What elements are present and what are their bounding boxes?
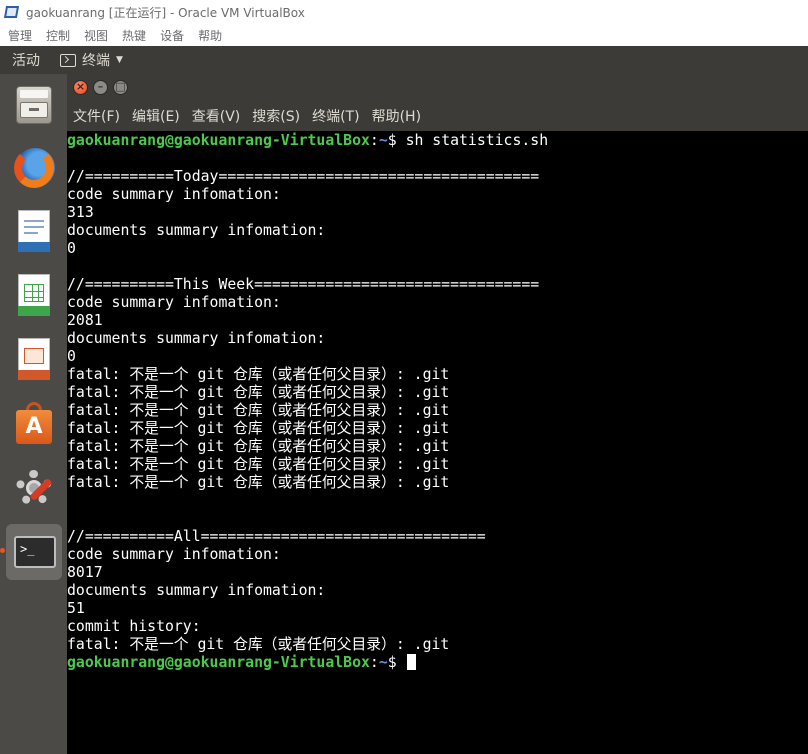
output-line: fatal: 不是一个 git 仓库（或者任何父目录）: .git	[67, 384, 450, 401]
launcher-dock: A >_	[0, 74, 67, 754]
prompt-path: ~	[378, 132, 388, 149]
file-cabinet-icon	[14, 82, 54, 126]
app-menu-terminal[interactable]: 终端 ▼	[60, 50, 123, 70]
activities-button[interactable]: 活动	[12, 50, 40, 70]
virtualbox-titlebar: gaokuanrang [正在运行] - Oracle VM VirtualBo…	[0, 0, 808, 24]
launcher-impress[interactable]	[6, 332, 62, 388]
menu-search[interactable]: 搜索(S)	[252, 106, 300, 126]
vbox-menu-view[interactable]: 视图	[84, 27, 108, 44]
launcher-calc[interactable]	[6, 268, 62, 324]
vbox-menu-devices[interactable]: 设备	[160, 27, 184, 44]
output-line: fatal: 不是一个 git 仓库（或者任何父目录）: .git	[67, 420, 450, 437]
prompt-user-host: gaokuanrang@gaokuanrang-VirtualBox	[67, 654, 370, 671]
prompt-line-current[interactable]: gaokuanrang@gaokuanrang-VirtualBox:~$	[67, 654, 808, 672]
close-icon: ×	[75, 80, 86, 93]
vbox-menu-control[interactable]: 控制	[46, 27, 70, 44]
launcher-writer[interactable]	[6, 204, 62, 260]
output-line: code summary infomation:	[67, 186, 281, 203]
menu-edit[interactable]: 编辑(E)	[132, 106, 180, 126]
output-line: 0	[67, 348, 76, 365]
vbox-menu-help[interactable]: 帮助	[198, 27, 222, 44]
prompt-line: gaokuanrang@gaokuanrang-VirtualBox:~$ sh…	[67, 132, 549, 149]
libreoffice-impress-icon	[14, 338, 54, 382]
menu-view[interactable]: 查看(V)	[192, 106, 241, 126]
launcher-files[interactable]	[6, 76, 62, 132]
app-menu-label: 终端	[82, 53, 110, 69]
virtualbox-menubar: 管理 控制 视图 热键 设备 帮助	[0, 24, 808, 46]
launcher-software[interactable]: A	[6, 396, 62, 452]
terminal-menubar: 文件(F) 编辑(E) 查看(V) 搜索(S) 终端(T) 帮助(H)	[67, 101, 808, 131]
output-line: 51	[67, 600, 85, 617]
maximize-button[interactable]: □	[113, 80, 128, 95]
running-indicator	[0, 548, 5, 553]
output-line: commit history:	[67, 618, 201, 635]
output-line: documents summary infomation:	[67, 330, 326, 347]
menu-help[interactable]: 帮助(H)	[372, 106, 421, 126]
launcher-settings[interactable]	[6, 460, 62, 516]
launcher-terminal[interactable]: >_	[6, 524, 62, 580]
output-line: documents summary infomation:	[67, 582, 326, 599]
menu-file[interactable]: 文件(F)	[73, 106, 120, 126]
output-line: fatal: 不是一个 git 仓库（或者任何父目录）: .git	[67, 474, 450, 491]
output-line: fatal: 不是一个 git 仓库（或者任何父目录）: .git	[67, 402, 450, 419]
output-line: code summary infomation:	[67, 294, 281, 311]
prompt-symbol: $	[387, 132, 397, 149]
close-button[interactable]: ×	[73, 80, 88, 95]
output-line: 0	[67, 240, 76, 257]
output-line: fatal: 不是一个 git 仓库（或者任何父目录）: .git	[67, 438, 450, 455]
output-line: 2081	[67, 312, 103, 329]
command-text: sh statistics.sh	[396, 132, 549, 149]
software-center-icon: A	[14, 402, 54, 446]
prompt-symbol: $	[387, 654, 397, 671]
menu-terminal[interactable]: 终端(T)	[312, 106, 359, 126]
minimize-icon: –	[97, 80, 104, 93]
libreoffice-writer-icon	[14, 210, 54, 254]
prompt-path: ~	[378, 654, 388, 671]
libreoffice-calc-icon	[14, 274, 54, 318]
terminal-icon: >_	[14, 530, 56, 574]
system-settings-icon	[14, 466, 54, 510]
firefox-icon	[14, 146, 55, 190]
ubuntu-top-panel: 活动 终端 ▼	[0, 46, 808, 74]
minimize-button[interactable]: –	[93, 80, 108, 95]
window-title: gaokuanrang [正在运行] - Oracle VM VirtualBo…	[26, 5, 305, 20]
output-line: 313	[67, 204, 94, 221]
launcher-firefox[interactable]	[6, 140, 62, 196]
terminal-titlebar: × – □	[67, 74, 808, 101]
output-line: //==========This Week===================…	[67, 276, 540, 293]
terminal-output[interactable]: gaokuanrang@gaokuanrang-VirtualBox:~$ sh…	[67, 131, 808, 754]
output-line: //==========Today=======================…	[67, 168, 540, 185]
maximize-icon: □	[115, 80, 126, 93]
caret-down-icon: ▼	[116, 55, 123, 65]
virtualbox-icon	[3, 4, 20, 20]
terminal-small-icon	[60, 53, 76, 67]
output-lines: //==========Today=======================…	[67, 150, 808, 654]
output-line: //==========All=========================…	[67, 528, 486, 545]
output-line: documents summary infomation:	[67, 222, 326, 239]
vbox-menu-manage[interactable]: 管理	[8, 27, 32, 44]
output-line: fatal: 不是一个 git 仓库（或者任何父目录）: .git	[67, 456, 450, 473]
output-line: 8017	[67, 564, 103, 581]
output-line: fatal: 不是一个 git 仓库（或者任何父目录）: .git	[67, 636, 450, 653]
output-line: fatal: 不是一个 git 仓库（或者任何父目录）: .git	[67, 366, 450, 383]
prompt-user-host: gaokuanrang@gaokuanrang-VirtualBox	[67, 132, 370, 149]
output-line: code summary infomation:	[67, 546, 281, 563]
vbox-menu-hotkeys[interactable]: 热键	[122, 27, 146, 44]
text-cursor	[406, 654, 416, 670]
terminal-window: × – □ 文件(F) 编辑(E) 查看(V) 搜索(S) 终端(T) 帮助(H…	[67, 74, 808, 754]
